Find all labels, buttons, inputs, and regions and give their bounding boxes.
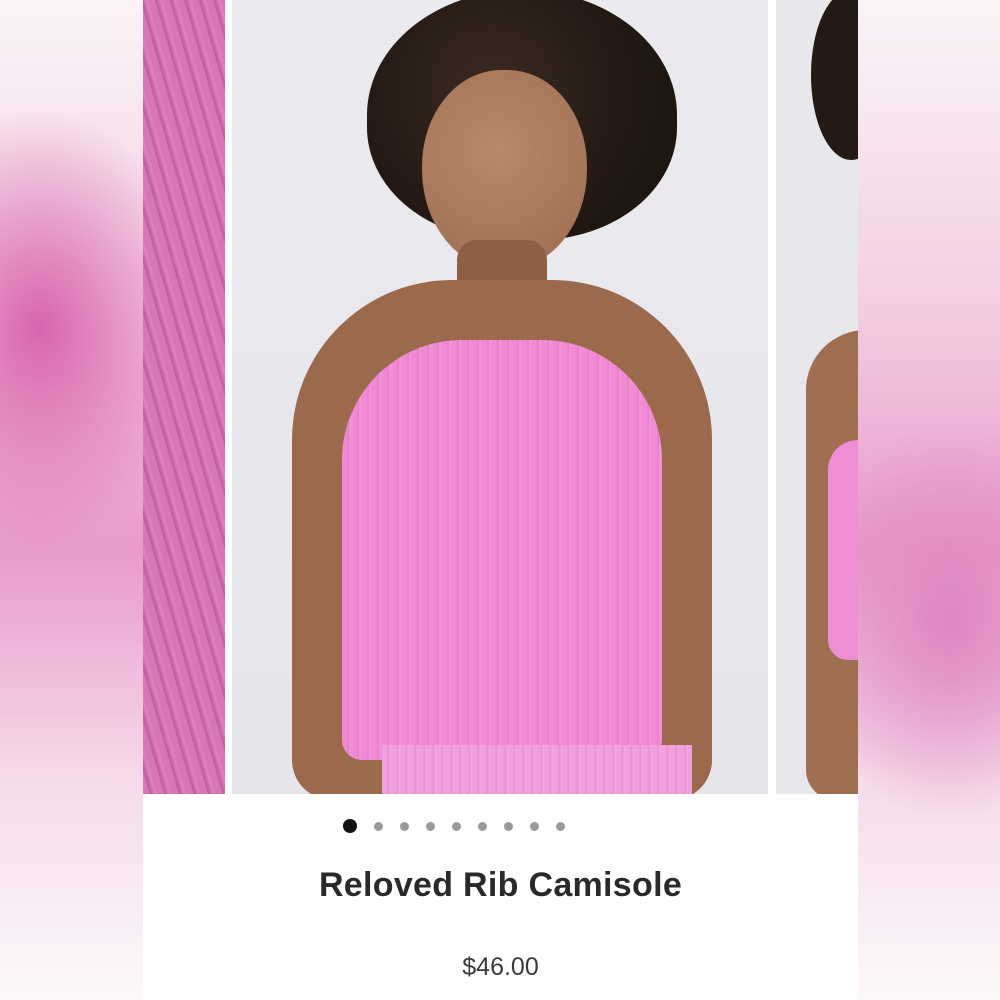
image-carousel[interactable] [143, 0, 858, 794]
pagination-dot[interactable] [529, 821, 539, 831]
next-camisole-garment [828, 440, 858, 660]
pagination-dot[interactable] [477, 821, 487, 831]
pagination-dot[interactable] [425, 821, 435, 831]
product-title: Reloved Rib Camisole [318, 866, 683, 904]
next-slide-image[interactable] [776, 0, 858, 794]
product-card: Reloved Rib Camisole $46.00 [143, 0, 858, 1000]
camisole-garment [342, 340, 662, 760]
pagination-dot[interactable] [399, 821, 409, 831]
pagination-dot[interactable] [503, 821, 513, 831]
product-price: $46.00 [462, 953, 539, 981]
pagination-dot-active[interactable] [342, 819, 357, 833]
pagination-dot[interactable] [555, 821, 565, 831]
next-model-hair [811, 0, 858, 160]
carousel-pagination [143, 818, 858, 834]
previous-slide-image[interactable] [143, 0, 225, 794]
pagination-dot[interactable] [373, 821, 383, 831]
pagination-dot[interactable] [451, 821, 461, 831]
shorts-garment [382, 745, 692, 794]
main-product-image[interactable] [232, 0, 768, 794]
